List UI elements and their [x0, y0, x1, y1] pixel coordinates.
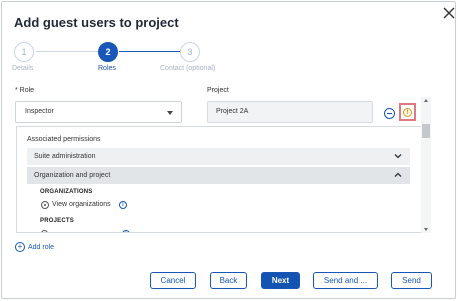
permissions-title: Associated permissions	[27, 136, 101, 143]
scroll-down-icon[interactable]	[424, 228, 428, 231]
scroll-up-icon[interactable]	[424, 99, 428, 102]
project-label: Project	[207, 87, 229, 94]
role-value: Inspector	[25, 108, 54, 115]
back-button[interactable]: Back	[210, 272, 247, 289]
role-label: * Role	[15, 87, 35, 94]
step-2-circle[interactable]: 2	[98, 42, 118, 62]
permission-bullet-icon	[41, 230, 48, 232]
chevron-up-icon	[394, 172, 402, 177]
add-role-label: Add role	[28, 244, 55, 251]
info-icon[interactable]: i	[122, 230, 130, 232]
project-field: Project 2A	[207, 101, 373, 123]
step-3-circle[interactable]: 3	[180, 42, 200, 62]
step-2-label: Roles	[98, 65, 116, 72]
project-value: Project 2A	[216, 108, 249, 115]
caret-down-icon	[167, 111, 173, 115]
step-1-circle[interactable]: 1	[14, 42, 34, 62]
scrollbar-thumb[interactable]	[422, 124, 430, 138]
send-button[interactable]: Send	[391, 272, 432, 289]
plus-circle-icon: +	[15, 242, 25, 252]
accordion-label: Organization and project	[34, 172, 111, 179]
accordion-organization-and-project[interactable]: Organization and project	[27, 167, 410, 184]
minus-circle-icon[interactable]	[384, 108, 395, 119]
step-connector	[36, 51, 99, 52]
projects-heading: PROJECTS	[40, 218, 74, 224]
role-select[interactable]: Inspector	[15, 101, 182, 123]
associated-permissions-panel: Associated permissions Suite administrat…	[16, 126, 421, 233]
chevron-down-icon	[394, 154, 402, 159]
permission-label: View organizations	[52, 201, 111, 208]
permission-partial-row: i	[41, 230, 131, 233]
permission-bullet-icon	[41, 201, 49, 209]
organizations-heading: ORGANIZATIONS	[40, 189, 93, 195]
send-and-button[interactable]: Send and ...	[313, 272, 378, 289]
clipped-text	[52, 232, 112, 233]
scrollbar[interactable]	[421, 97, 431, 233]
dialog-title: Add guest users to project	[14, 15, 179, 30]
next-button[interactable]: Next	[261, 272, 300, 289]
add-guest-users-dialog: Add guest users to project 1 2 3 Details…	[1, 1, 456, 299]
step-1-label: Details	[12, 65, 34, 72]
accordion-label: Suite administration	[34, 153, 96, 160]
info-icon[interactable]: i	[119, 201, 127, 209]
step-connector	[119, 51, 181, 52]
warning-button[interactable]: !	[399, 103, 416, 121]
warning-icon: !	[403, 108, 412, 117]
accordion-suite-administration[interactable]: Suite administration	[27, 148, 410, 165]
cancel-button[interactable]: Cancel	[150, 272, 196, 289]
close-icon[interactable]	[442, 6, 456, 20]
step-3-label: Contact (optional)	[160, 65, 216, 72]
